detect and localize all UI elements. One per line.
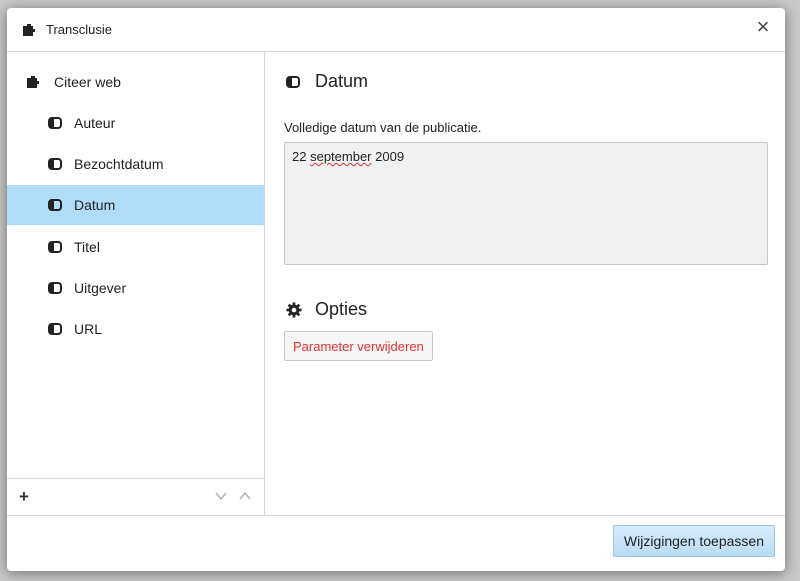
- parameter-icon: [48, 158, 62, 170]
- gear-icon: [286, 301, 302, 318]
- value-day: 22: [292, 149, 307, 164]
- sidebar-item-bezochtdatum[interactable]: Bezochtdatum: [7, 144, 264, 184]
- dialog-footer: Wijzigingen toepassen: [7, 515, 785, 571]
- parameter-icon: [286, 74, 302, 90]
- sidebar-item-label: Bezochtdatum: [74, 156, 164, 172]
- add-parameter-button[interactable]: +: [19, 487, 29, 507]
- dialog-title: Transclusie: [46, 22, 112, 37]
- sidebar-item-label: URL: [74, 321, 103, 337]
- sidebar-item-label: Citeer web: [54, 74, 121, 90]
- parameter-icon: [48, 282, 62, 294]
- transclusion-dialog: Transclusie × Citeer web Auteur Bezochtd…: [7, 8, 785, 571]
- sidebar-item-auteur[interactable]: Auteur: [7, 103, 264, 143]
- options-heading: Opties: [286, 299, 367, 320]
- sidebar-item-label: Titel: [74, 239, 100, 255]
- sidebar-item-citeer-web[interactable]: Citeer web: [7, 62, 264, 102]
- sidebar-item-uitgever[interactable]: Uitgever: [7, 268, 264, 308]
- remove-parameter-button[interactable]: Parameter verwijderen: [284, 331, 433, 361]
- chevron-down-icon[interactable]: [214, 489, 228, 503]
- parameter-heading: Datum: [286, 71, 368, 92]
- dialog-header: Transclusie ×: [7, 8, 785, 52]
- parameter-description: Volledige datum van de publicatie.: [284, 120, 482, 135]
- sidebar-item-titel[interactable]: Titel: [7, 227, 264, 267]
- parameter-sidebar: Citeer web Auteur Bezochtdatum Datum Tit…: [7, 52, 265, 515]
- sidebar-item-url[interactable]: URL: [7, 309, 264, 349]
- sidebar-item-datum[interactable]: Datum: [7, 185, 264, 225]
- value-year: 2009: [375, 149, 405, 164]
- sidebar-item-label: Auteur: [74, 115, 116, 131]
- parameter-icon: [48, 199, 62, 211]
- parameter-value-input[interactable]: 22 september 2009: [284, 142, 768, 265]
- options-title: Opties: [315, 299, 368, 319]
- apply-changes-button[interactable]: Wijzigingen toepassen: [612, 525, 775, 557]
- parameter-icon: [48, 323, 62, 335]
- sidebar-item-label: Uitgever: [74, 280, 127, 296]
- puzzle-icon: [22, 22, 38, 38]
- value-month: september: [310, 149, 372, 164]
- sidebar-item-label: Datum: [74, 197, 116, 213]
- puzzle-icon: [26, 75, 42, 89]
- parameter-icon: [48, 241, 62, 253]
- parameter-icon: [48, 117, 62, 129]
- parameter-panel: Datum Volledige datum van de publicatie.…: [265, 52, 785, 515]
- close-button[interactable]: ×: [751, 16, 775, 40]
- parameter-title: Datum: [315, 71, 369, 91]
- sidebar-footer: +: [7, 478, 264, 515]
- chevron-up-icon[interactable]: [238, 489, 252, 503]
